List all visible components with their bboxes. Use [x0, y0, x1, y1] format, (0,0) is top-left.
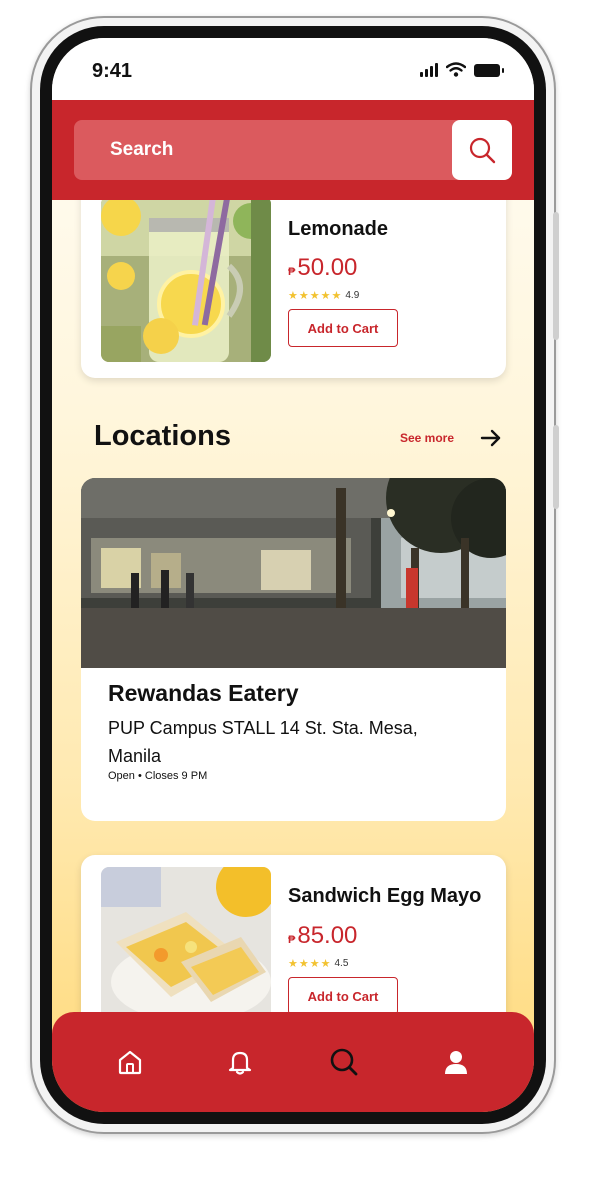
price-value: 85.00 — [297, 922, 358, 949]
star-icon: ★ — [298, 958, 309, 970]
nav-notifications[interactable] — [220, 1042, 260, 1082]
app-screen: 9:41 Lemonade ₱50.00 ★ ★ ★ ★ ★ 4.9 Add t… — [52, 38, 534, 1112]
volume-button — [553, 425, 559, 509]
bottom-nav — [52, 1012, 534, 1112]
power-button — [553, 212, 559, 340]
star-icon: ★ — [320, 958, 331, 970]
star-icon: ★ — [298, 290, 309, 302]
nav-profile[interactable] — [436, 1042, 476, 1082]
product-price: ₱50.00 — [288, 254, 357, 282]
star-icon: ★ — [309, 290, 320, 302]
add-to-cart-button[interactable]: Add to Cart — [288, 977, 398, 1015]
price-value: 50.00 — [297, 254, 358, 281]
status-bar: 9:41 — [52, 38, 534, 100]
location-name: Rewandas Eatery — [108, 680, 299, 706]
star-icon: ★ — [288, 958, 298, 970]
search-bar[interactable]: Search — [74, 120, 512, 180]
add-to-cart-button[interactable]: Add to Cart — [288, 309, 398, 347]
currency-symbol: ₱ — [288, 266, 296, 278]
star-icon: ★ — [320, 290, 331, 302]
location-card[interactable]: Rewandas Eatery PUP Campus STALL 14 St. … — [81, 478, 506, 821]
search-icon — [330, 1048, 358, 1076]
battery-icon — [474, 64, 504, 77]
rating: ★ ★ ★ ★ ★ 4.9 — [288, 289, 359, 302]
bell-icon — [228, 1051, 252, 1075]
rating-value: 4.5 — [334, 958, 349, 969]
rating: ★ ★ ★ ★ 4.5 — [288, 957, 348, 970]
location-photo — [81, 478, 506, 668]
product-image-lemonade — [101, 196, 271, 362]
status-time: 9:41 — [92, 60, 133, 82]
section-title-locations: Locations — [94, 420, 231, 452]
home-icon — [118, 1050, 142, 1075]
app-header: Search — [52, 100, 534, 200]
see-more-link[interactable]: See more — [400, 431, 454, 445]
wifi-icon — [446, 62, 466, 77]
nav-search[interactable] — [324, 1042, 364, 1082]
product-name: Sandwich Egg Mayo — [288, 885, 482, 907]
product-image-sandwich — [101, 867, 271, 1027]
rating-value: 4.9 — [345, 290, 360, 301]
search-input[interactable]: Search — [110, 139, 173, 161]
profile-icon — [445, 1051, 467, 1074]
product-name: Lemonade — [288, 218, 389, 240]
currency-symbol: ₱ — [288, 934, 296, 946]
nav-home[interactable] — [110, 1042, 150, 1082]
signal-icon — [420, 63, 438, 77]
search-icon — [469, 137, 496, 164]
status-icons — [420, 62, 504, 77]
star-icon: ★ — [309, 958, 320, 970]
product-price: ₱85.00 — [288, 922, 357, 950]
star-icon: ★ — [331, 290, 342, 302]
search-button[interactable] — [452, 120, 512, 180]
star-icon: ★ — [288, 290, 298, 302]
location-address: PUP Campus STALL 14 St. Sta. Mesa, Manil… — [108, 718, 418, 766]
location-hours: Open • Closes 9 PM — [108, 770, 208, 782]
arrow-right-icon[interactable] — [480, 428, 502, 448]
